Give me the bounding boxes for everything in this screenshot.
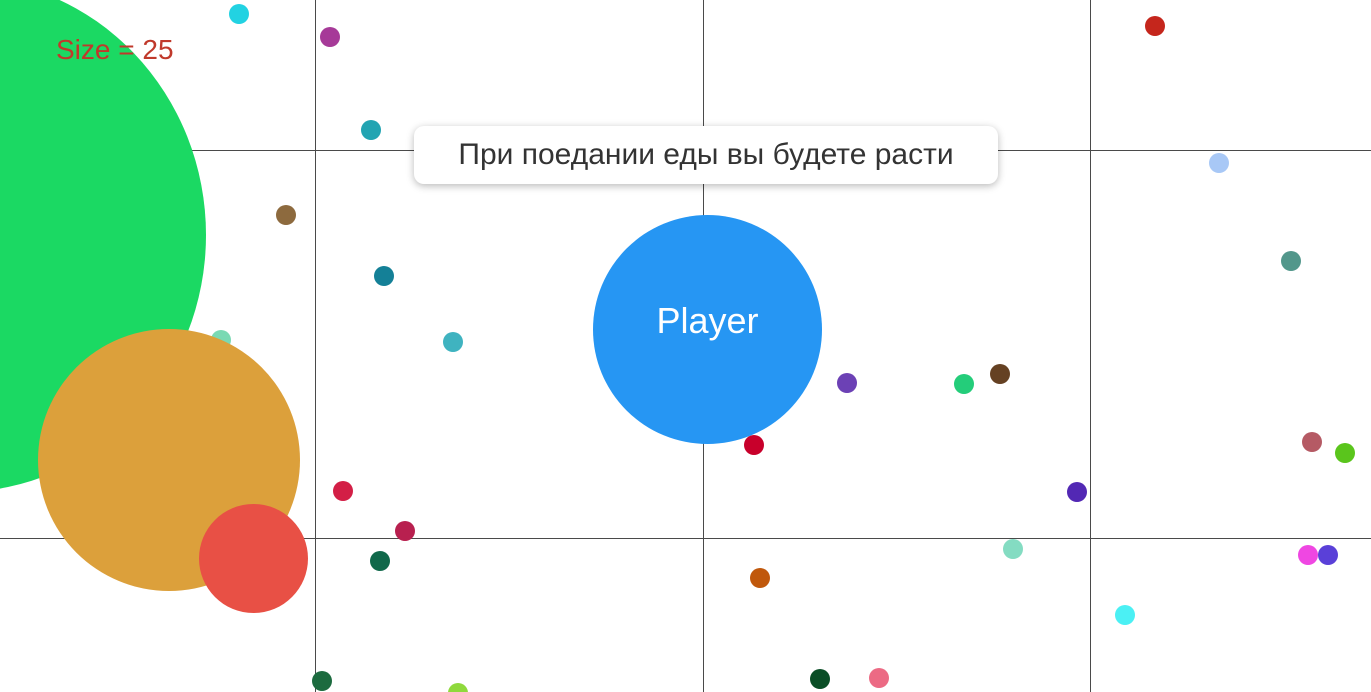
food-pellet [810, 669, 830, 689]
game-arena[interactable]: Player Size = 25 При поедании еды вы буд… [0, 0, 1371, 692]
size-label: Size = 25 [56, 34, 174, 65]
food-pellet [374, 266, 394, 286]
food-pellet [1335, 443, 1355, 463]
food-pellet [443, 332, 463, 352]
food-pellet [1115, 605, 1135, 625]
food-pellet [370, 551, 390, 571]
food-pellet [276, 205, 296, 225]
food-pellet [1281, 251, 1301, 271]
food-pellet [1298, 545, 1318, 565]
food-pellet [990, 364, 1010, 384]
food-pellet [750, 568, 770, 588]
grid-line [1090, 0, 1091, 692]
food-pellet [1145, 16, 1165, 36]
food-pellet [361, 120, 381, 140]
food-pellet [869, 668, 889, 688]
food-pellet [395, 521, 415, 541]
food-pellet [320, 27, 340, 47]
food-pellet [312, 671, 332, 691]
food-pellet [448, 683, 468, 692]
food-pellet [1318, 545, 1338, 565]
food-pellet [333, 481, 353, 501]
enemy-cell-red [199, 504, 308, 613]
tutorial-tooltip: При поедании еды вы будете расти [414, 126, 998, 184]
food-pellet [229, 4, 249, 24]
food-pellet [744, 435, 764, 455]
grid-line [315, 0, 316, 692]
food-pellet [1302, 432, 1322, 452]
food-pellet [1003, 539, 1023, 559]
food-pellet [1067, 482, 1087, 502]
food-pellet [837, 373, 857, 393]
food-pellet [1209, 153, 1229, 173]
player-name: Player [656, 299, 759, 341]
player-cell[interactable]: Player [593, 215, 822, 444]
food-pellet [954, 374, 974, 394]
